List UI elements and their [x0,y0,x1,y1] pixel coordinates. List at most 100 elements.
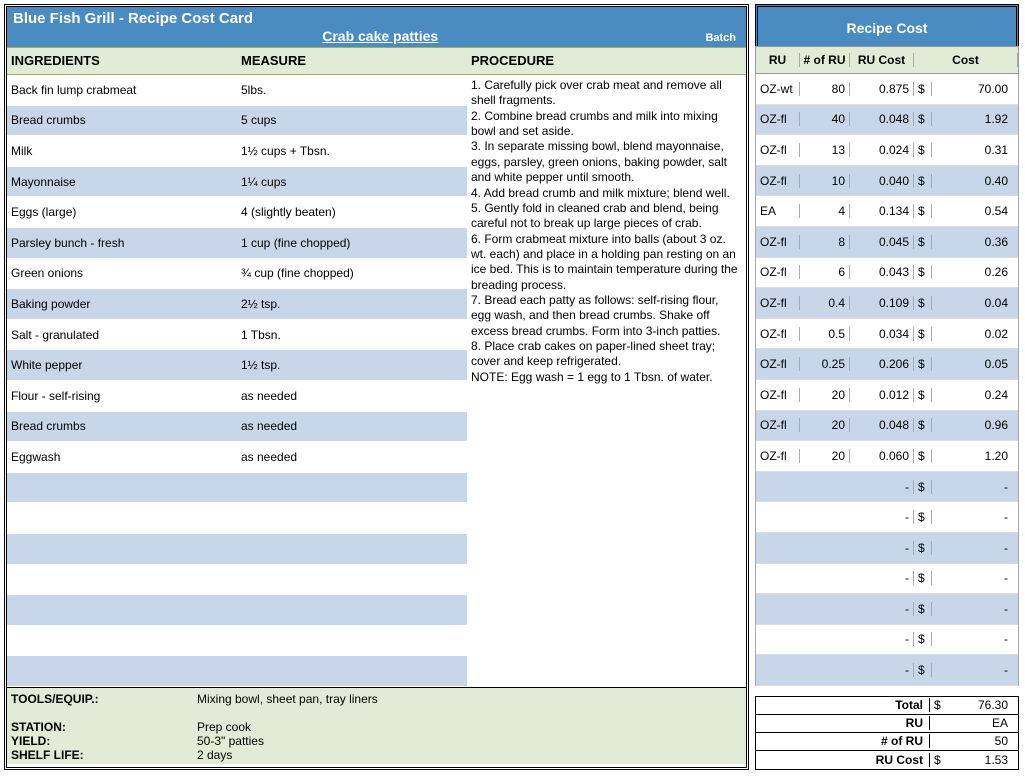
ingredient-name: Eggs (large) [7,205,237,219]
cost-value: - [932,571,1018,585]
col-num-ru: # of RU [800,53,850,67]
cost-row: -$- [756,472,1018,503]
cost-value: - [932,602,1018,616]
cost-value: 0.02 [932,327,1018,341]
ingredient-measure: 2½ tsp. [237,297,467,311]
cost-ru: OZ-fl [756,112,800,126]
cost-num-ru: 0.4 [800,296,850,310]
ingredient-name: Bread crumbs [7,419,237,433]
footer: TOOLS/EQUIP.: Mixing bowl, sheet pan, tr… [7,687,746,764]
cost-row: EA40.134$0.54 [756,196,1018,227]
station-value: Prep cook [197,720,742,734]
cost-ru: OZ-fl [756,327,800,341]
ingredient-measure: 1½ cups + Tbsn. [237,144,467,158]
cost-ru-cost: 0.206 [850,357,914,371]
ingredient-name: Milk [7,144,237,158]
cost-value: 0.96 [932,418,1018,432]
cost-value: - [932,541,1018,555]
total-value: 76.30 [948,698,1018,712]
yield-value: 50-3" patties [197,734,742,748]
ingredient-row: Eggwashas needed [7,442,467,473]
cost-value: 0.24 [932,388,1018,402]
cost-row: OZ-fl200.060$1.20 [756,441,1018,472]
cost-dollar: $ [914,602,932,616]
procedure-step: 1. Carefully pick over crab meat and rem… [471,78,740,109]
ingredient-name: Green onions [7,266,237,280]
cost-ru-cost: - [850,663,914,677]
cost-dollar: $ [914,571,932,585]
cost-ru-cost: - [850,480,914,494]
ingredient-row: White pepper1½ tsp. [7,350,467,381]
cost-ru-cost: 0.048 [850,418,914,432]
cost-num-ru: 8 [800,235,850,249]
cost-ru-cost: - [850,571,914,585]
ru-total-label: RU [756,716,930,730]
total-label: Total [756,698,930,712]
shelf-value: 2 days [197,748,742,762]
cost-row: -$- [756,564,1018,595]
cost-num-ru: 13 [800,143,850,157]
ingredient-row: Bread crumbsas needed [7,412,467,443]
left-card: Blue Fish Grill - Recipe Cost Card Crab … [4,4,749,770]
ingredient-row: Parsley bunch - fresh1 cup (fine chopped… [7,228,467,259]
cost-value: - [932,510,1018,524]
cost-num-ru: 80 [800,82,850,96]
cost-value: - [932,632,1018,646]
ingredient-measure: 5lbs. [237,83,467,97]
cost-dollar: $ [914,541,932,555]
cost-value: 0.40 [932,174,1018,188]
ingredient-row: Mayonnaise1¼ cups [7,167,467,198]
cost-ru-cost: 0.048 [850,112,914,126]
cost-dollar: $ [914,449,932,463]
cost-ru: OZ-fl [756,418,800,432]
cost-header: Recipe Cost [755,4,1019,46]
cost-num-ru: 4 [800,204,850,218]
col-measure: MEASURE [241,53,471,68]
cost-num-ru: 6 [800,265,850,279]
cost-ru-cost: 0.109 [850,296,914,310]
ingredient-row: Eggs (large)4 (slightly beaten) [7,197,467,228]
ingredient-row [7,503,467,534]
cost-ru-cost: 0.134 [850,204,914,218]
batch-label: Batch [705,32,738,44]
cost-num-ru: 0.5 [800,327,850,341]
cost-ru-cost: - [850,602,914,616]
card-title: Blue Fish Grill - Recipe Cost Card [13,10,740,27]
ingredient-measure: 1 Tbsn. [237,328,467,342]
cost-dollar: $ [914,357,932,371]
ingredient-row: Salt - granulated1 Tbsn. [7,320,467,351]
ru-total-value: EA [930,716,1018,730]
totals-box: Total $ 76.30 RU EA # of RU 50 RU Cost $… [755,696,1019,770]
col-ingredients: INGREDIENTS [11,53,241,68]
ingredient-row [7,473,467,504]
cost-row: OZ-fl0.50.034$0.02 [756,319,1018,350]
col-ru: RU [756,53,800,67]
cost-ru: OZ-fl [756,235,800,249]
cost-row: OZ-fl0.250.206$0.05 [756,349,1018,380]
cost-column-headers: RU # of RU RU Cost Cost [755,46,1019,74]
cost-ru-cost: 0.034 [850,327,914,341]
cost-dollar: $ [914,235,932,249]
cost-row: OZ-fl130.024$0.31 [756,135,1018,166]
cost-num-ru: 20 [800,449,850,463]
cost-ru-cost: 0.043 [850,265,914,279]
cost-value: 1.20 [932,449,1018,463]
ingredient-row: Flour - self-risingas needed [7,381,467,412]
procedure-step: 7. Bread each patty as follows: self-ris… [471,293,740,339]
cost-row: -$- [756,533,1018,564]
ingredient-measure: 5 cups [237,113,467,127]
cost-dollar: $ [914,388,932,402]
cost-ru-cost: 0.875 [850,82,914,96]
cost-row: OZ-wt800.875$70.00 [756,74,1018,105]
procedure-step: 3. In separate missing bowl, blend mayon… [471,139,740,185]
ingredient-measure: ¾ cup (fine chopped) [237,266,467,280]
cost-value: - [932,480,1018,494]
cost-rows: OZ-wt800.875$70.00OZ-fl400.048$1.92OZ-fl… [755,74,1019,686]
cost-ru: OZ-fl [756,143,800,157]
cost-num-ru: 40 [800,112,850,126]
procedure-step: 2. Combine bread crumbs and milk into mi… [471,109,740,140]
cost-ru: OZ-fl [756,174,800,188]
ingredient-measure: as needed [237,450,467,464]
cost-dollar: $ [914,204,932,218]
ingredient-name: Parsley bunch - fresh [7,236,237,250]
